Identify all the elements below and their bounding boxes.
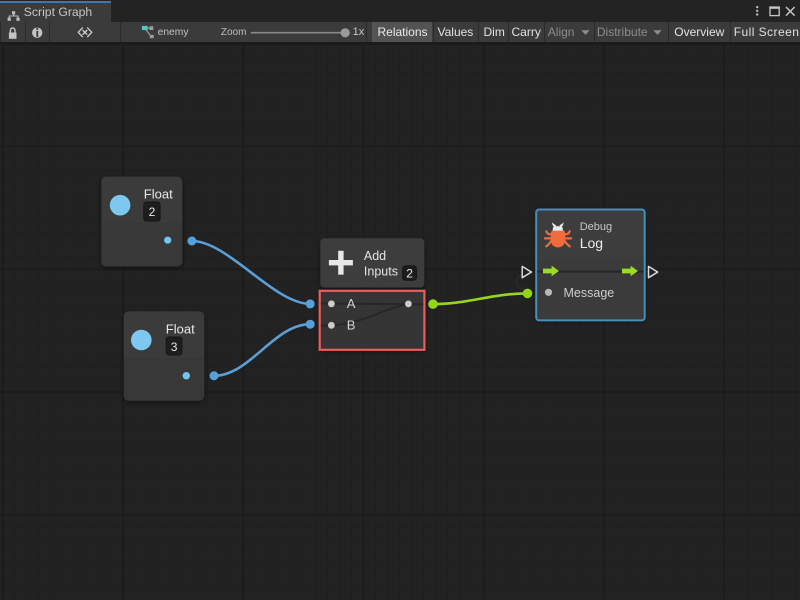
svg-text:Float: Float (144, 187, 173, 202)
svg-text:3: 3 (171, 340, 178, 354)
svg-text:Float: Float (166, 322, 195, 337)
svg-text:Add: Add (364, 249, 386, 263)
svg-text:2: 2 (149, 205, 156, 219)
svg-text:A: A (347, 296, 356, 311)
svg-text:Message: Message (564, 286, 615, 300)
svg-text:Log: Log (580, 235, 603, 251)
svg-text:Debug: Debug (580, 221, 612, 233)
svg-text:Inputs: Inputs (364, 264, 398, 278)
svg-text:2: 2 (406, 266, 413, 280)
svg-text:B: B (347, 318, 356, 333)
